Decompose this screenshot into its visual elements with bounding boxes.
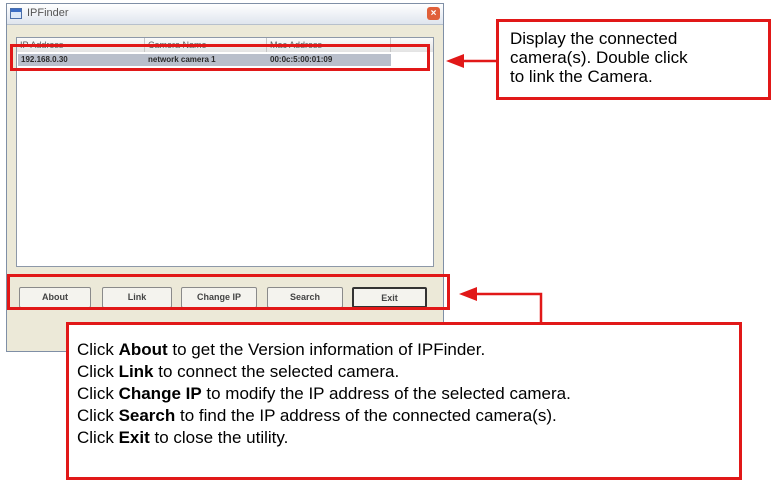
bottom-arrow-head — [459, 287, 477, 301]
callout-about-line: Click About to get the Version informati… — [77, 340, 486, 359]
bottom-arrow-shaft — [476, 292, 543, 322]
callout-buttons: Click About to get the Version informati… — [66, 322, 742, 480]
callout-line: camera(s). Double click — [510, 48, 688, 67]
callout-exit-line: Click Exit to close the utility. — [77, 428, 289, 447]
top-arrow-head — [446, 54, 464, 68]
callout-camera-list: Display the connected camera(s). Double … — [496, 19, 771, 100]
callout-change-ip-line: Click Change IP to modify the IP address… — [77, 384, 571, 403]
callout-line: Display the connected — [510, 29, 678, 48]
callout-line: to link the Camera. — [510, 67, 653, 86]
callout-search-line: Click Search to find the IP address of t… — [77, 406, 557, 425]
callout-link-line: Click Link to connect the selected camer… — [77, 362, 400, 381]
